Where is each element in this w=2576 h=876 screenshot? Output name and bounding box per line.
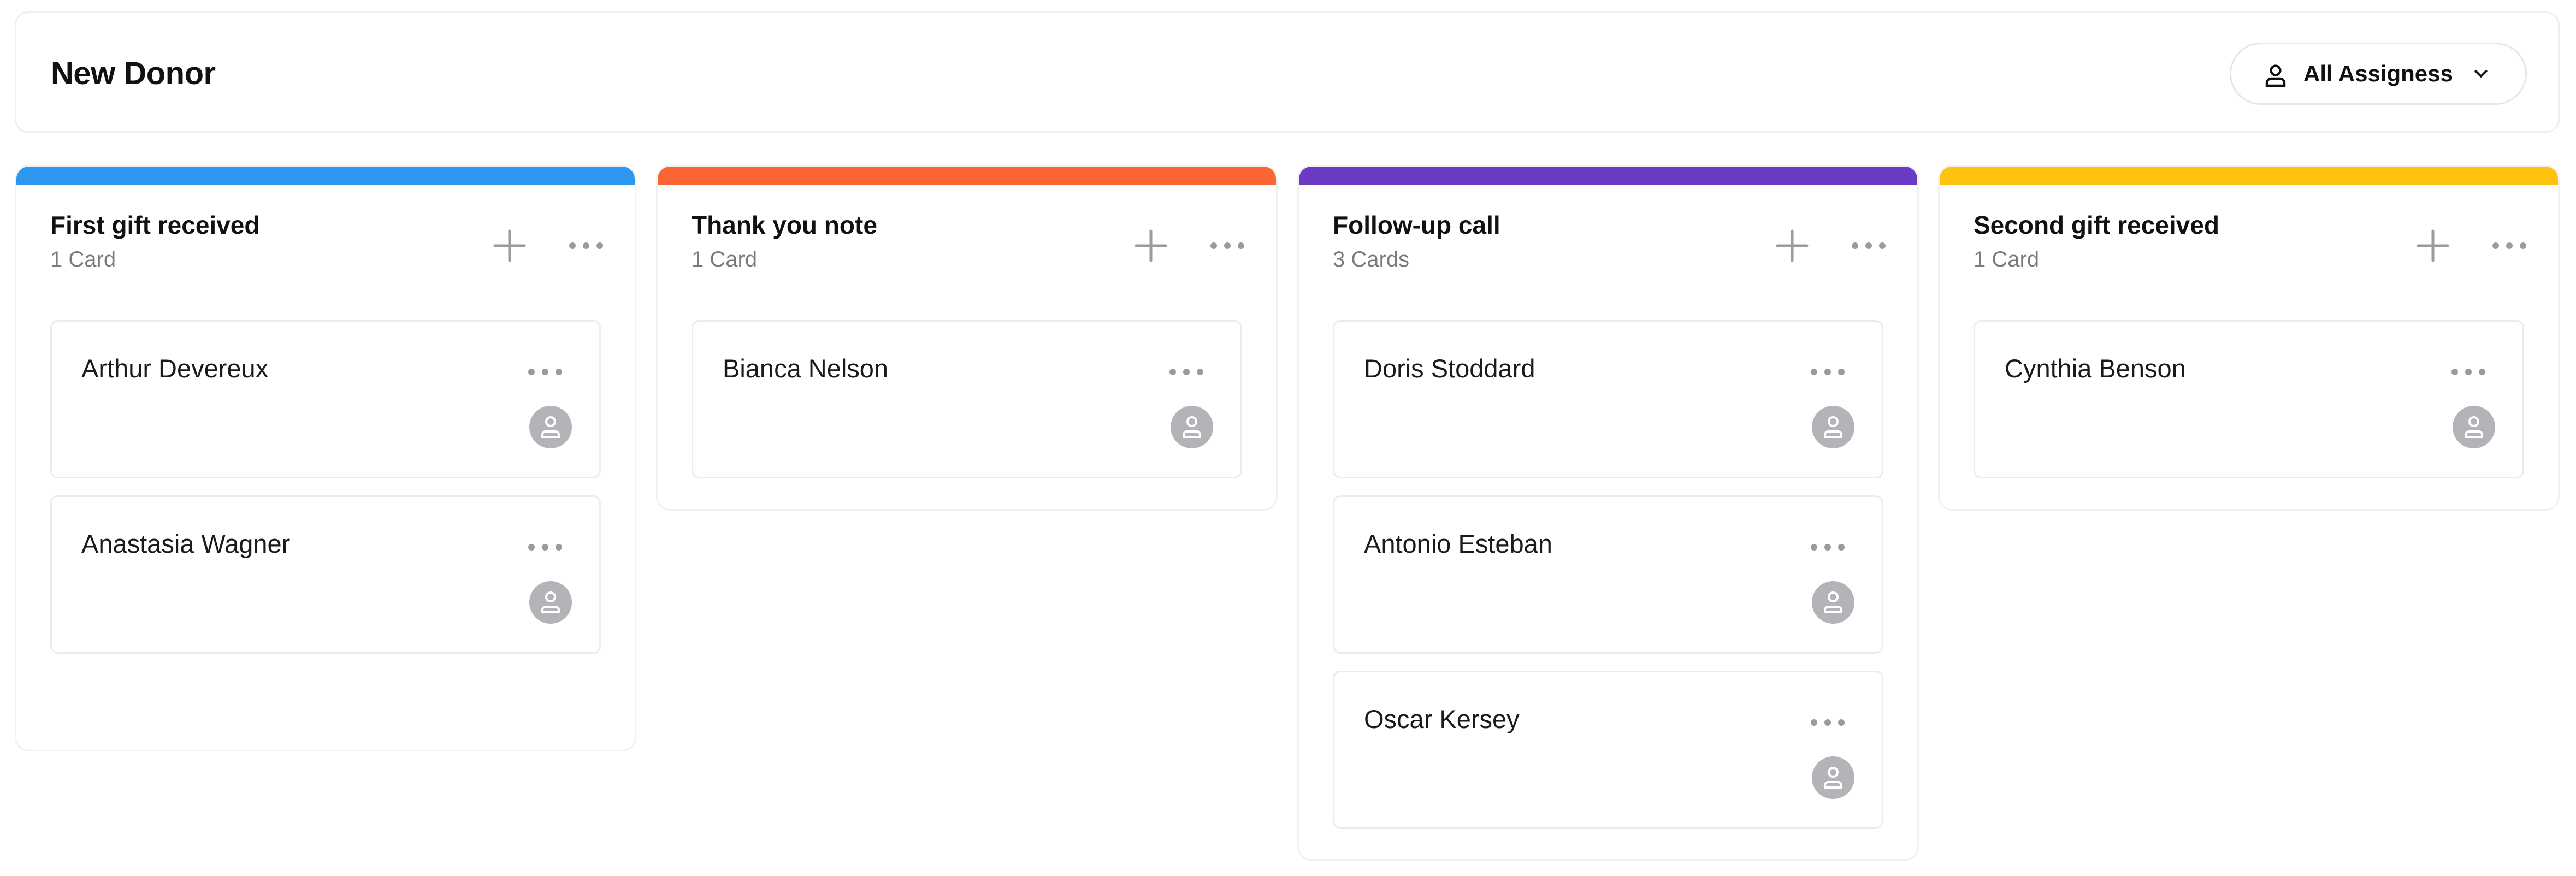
donor-card[interactable]: Antonio Esteban — [1333, 495, 1883, 654]
user-avatar-icon[interactable] — [1812, 406, 1854, 448]
user-avatar-icon[interactable] — [1812, 756, 1854, 799]
more-horizontal-icon[interactable] — [2491, 238, 2527, 254]
person-icon — [2265, 64, 2286, 87]
column-second-gift-received: Second gift received 1 Card Cynthia Bens… — [1938, 165, 2560, 511]
column-color-bar — [658, 167, 1276, 185]
plus-icon[interactable] — [1133, 228, 1169, 264]
column-color-bar — [1940, 167, 2558, 185]
column-title: Thank you note — [692, 211, 877, 239]
column-card-count: 1 Card — [1974, 247, 2040, 271]
column-thank-you-note: Thank you note 1 Card Bianca Nelson — [656, 165, 1278, 511]
more-horizontal-icon[interactable] — [1810, 540, 1846, 555]
plus-icon[interactable] — [2415, 228, 2451, 264]
user-avatar-icon[interactable] — [529, 581, 572, 624]
column-first-gift-received: First gift received 1 Card Arthur Devere… — [15, 165, 636, 751]
more-horizontal-icon[interactable] — [527, 540, 563, 555]
plus-icon[interactable] — [492, 228, 528, 264]
board-title: New Donor — [51, 56, 216, 91]
more-horizontal-icon[interactable] — [1851, 238, 1887, 254]
assignee-filter-button[interactable]: All Assigness — [2230, 43, 2527, 105]
donor-card[interactable]: Cynthia Benson — [1974, 320, 2524, 478]
donor-name: Oscar Kersey — [1364, 705, 1520, 733]
plus-icon[interactable] — [1774, 228, 1810, 264]
column-card-count: 1 Card — [692, 247, 758, 271]
column-color-bar — [16, 167, 635, 185]
donor-name: Cynthia Benson — [2005, 354, 2186, 383]
donor-name: Arthur Devereux — [81, 354, 269, 383]
user-avatar-icon[interactable] — [529, 406, 572, 448]
user-avatar-icon[interactable] — [1171, 406, 1213, 448]
column-follow-up-call: Follow-up call 3 Cards Doris Stoddard An… — [1297, 165, 1919, 861]
column-card-count: 3 Cards — [1333, 247, 1410, 271]
more-horizontal-icon[interactable] — [1810, 364, 1846, 380]
donor-name: Antonio Esteban — [1364, 529, 1552, 558]
more-horizontal-icon[interactable] — [568, 238, 604, 254]
column-card-count: 1 Card — [50, 247, 116, 271]
user-avatar-icon[interactable] — [1812, 581, 1854, 624]
chevron-down-icon — [2474, 70, 2488, 78]
more-horizontal-icon[interactable] — [527, 364, 563, 380]
column-title: Follow-up call — [1333, 211, 1500, 239]
donor-name: Doris Stoddard — [1364, 354, 1535, 383]
donor-card[interactable]: Anastasia Wagner — [50, 495, 601, 654]
board-header: New Donor All Assigness — [15, 11, 2560, 133]
column-title: Second gift received — [1974, 211, 2219, 239]
donor-name: Anastasia Wagner — [81, 529, 291, 558]
column-color-bar — [1299, 167, 1917, 185]
donor-card[interactable]: Bianca Nelson — [692, 320, 1242, 478]
donor-name: Bianca Nelson — [723, 354, 889, 383]
more-horizontal-icon[interactable] — [1168, 364, 1204, 380]
more-horizontal-icon[interactable] — [1810, 715, 1846, 730]
user-avatar-icon[interactable] — [2453, 406, 2495, 448]
donor-card[interactable]: Arthur Devereux — [50, 320, 601, 478]
donor-card[interactable]: Doris Stoddard — [1333, 320, 1883, 478]
more-horizontal-icon[interactable] — [2450, 364, 2486, 380]
column-title: First gift received — [50, 211, 260, 239]
assignee-filter-label: All Assigness — [2303, 61, 2453, 86]
donor-card[interactable]: Oscar Kersey — [1333, 671, 1883, 829]
more-horizontal-icon[interactable] — [1209, 238, 1245, 254]
